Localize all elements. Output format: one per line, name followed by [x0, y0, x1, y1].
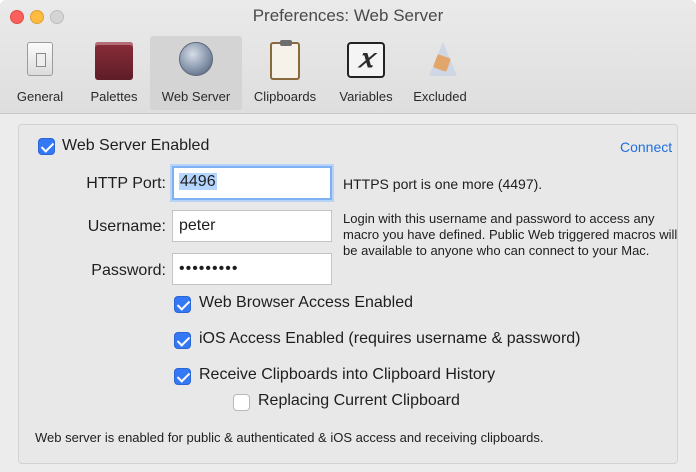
receive-clipboards-label: Receive Clipboards into Clipboard Histor…	[199, 366, 496, 383]
https-port-note: HTTPS port is one more (4497).	[343, 176, 543, 192]
replace-clipboard-checkbox[interactable]	[233, 394, 250, 411]
toolbar-label-clipboards: Clipboards	[253, 89, 317, 104]
http-port-value: 4496	[179, 173, 217, 190]
toolbar-label-web-server: Web Server	[161, 89, 231, 104]
replace-clipboard-label: Replacing Current Clipboard	[258, 392, 460, 409]
username-label: Username:	[87, 218, 166, 235]
username-field[interactable]: peter	[172, 210, 332, 242]
toolbar-excluded[interactable]: Excluded	[404, 36, 476, 110]
web-browser-access-label: Web Browser Access Enabled	[199, 294, 414, 311]
excluded-app-icon	[423, 42, 457, 78]
toolbar-variables[interactable]: 𝑥 Variables	[330, 36, 402, 110]
palette-icon	[95, 42, 133, 80]
password-field[interactable]: •••••••••	[172, 253, 332, 285]
receive-clipboards-checkbox[interactable]	[174, 368, 191, 385]
toolbar-label-excluded: Excluded	[413, 89, 467, 104]
general-switch-icon	[27, 42, 53, 76]
toolbar-label-general: General	[16, 89, 64, 104]
toolbar-label-palettes: Palettes	[90, 89, 138, 104]
connect-link[interactable]: Connect	[620, 139, 672, 155]
web-server-enabled-label: Web Server Enabled	[62, 137, 210, 154]
toolbar-web-server[interactable]: Web Server	[150, 36, 242, 110]
toolbar-label-variables: Variables	[339, 89, 393, 104]
title-bar: Preferences: Web Server General Palettes…	[0, 0, 696, 114]
web-server-enabled-checkbox[interactable]	[38, 138, 55, 155]
http-port-label: HTTP Port:	[86, 175, 166, 192]
toolbar-general[interactable]: General	[6, 36, 74, 110]
ios-access-label: iOS Access Enabled (requires username & …	[199, 330, 581, 347]
login-note: Login with this username and password to…	[343, 211, 678, 258]
ios-access-checkbox[interactable]	[174, 332, 191, 349]
toolbar-clipboards[interactable]: Clipboards	[244, 36, 326, 110]
web-browser-access-checkbox[interactable]	[174, 296, 191, 313]
clipboard-icon	[270, 40, 300, 80]
window-title: Preferences: Web Server	[252, 6, 444, 25]
toolbar-palettes[interactable]: Palettes	[80, 36, 148, 110]
variable-x-icon: 𝑥	[347, 42, 385, 78]
globe-icon	[179, 42, 213, 76]
http-port-field[interactable]: 4496	[172, 166, 332, 200]
password-label: Password:	[91, 262, 166, 279]
preferences-window: Preferences: Web Server General Palettes…	[0, 0, 696, 472]
server-status-text: Web server is enabled for public & authe…	[35, 430, 544, 445]
